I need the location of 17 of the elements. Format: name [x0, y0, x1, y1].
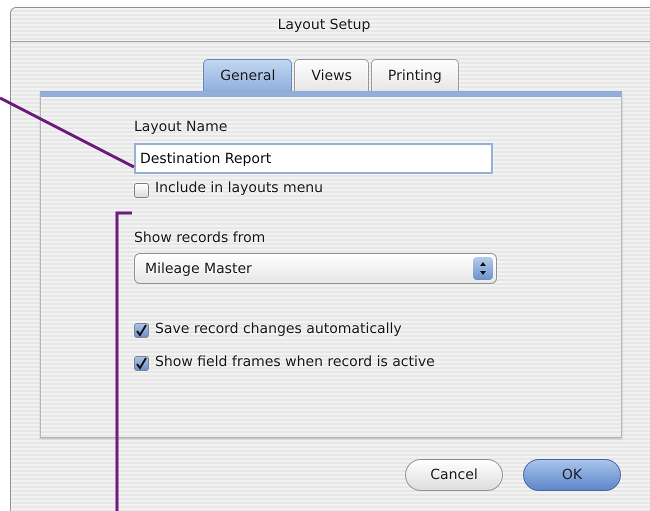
checkbox[interactable]	[134, 323, 149, 338]
checkbox-label: Save record changes automatically	[155, 320, 402, 338]
field-label: Show records from	[134, 230, 266, 248]
records-popup[interactable]: Mileage Master	[134, 253, 497, 284]
ok-button[interactable]: OK	[523, 459, 621, 491]
checkbox-label: Show field frames when record is active	[155, 354, 435, 372]
checkbox[interactable]	[134, 182, 149, 198]
cancel-button[interactable]: Cancel	[405, 459, 503, 491]
checkbox-label: Include in layouts menu	[155, 180, 324, 198]
layout-name-field[interactable]: Destination Report	[134, 143, 493, 174]
stepper-arrows-icon	[473, 257, 493, 280]
tab[interactable]: Printing	[370, 59, 459, 91]
checkbox[interactable]	[134, 356, 149, 371]
tab[interactable]: Views	[294, 59, 369, 91]
window-title: Layout Setup	[278, 16, 370, 32]
field-label: Layout Name	[134, 119, 228, 137]
tab[interactable]: General	[203, 59, 292, 91]
